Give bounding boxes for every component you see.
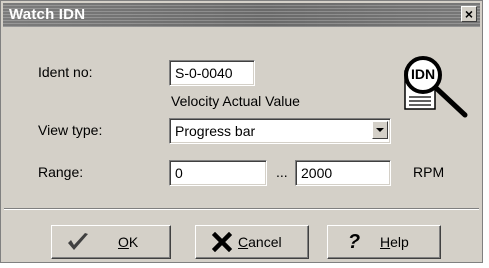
close-icon: × bbox=[464, 6, 474, 22]
ok-label: OK bbox=[118, 234, 139, 250]
cancel-button[interactable]: Cancel bbox=[195, 225, 309, 259]
range-separator: ... bbox=[276, 164, 288, 180]
view-type-dropdown-button[interactable] bbox=[372, 121, 388, 139]
window-title: Watch IDN bbox=[9, 6, 86, 23]
range-unit: RPM bbox=[413, 164, 445, 180]
ident-description: Velocity Actual Value bbox=[171, 93, 300, 109]
checkmark-icon bbox=[66, 231, 90, 253]
view-type-label: View type: bbox=[38, 122, 103, 138]
ident-input[interactable]: S-0-0040 bbox=[169, 60, 255, 86]
title-bar[interactable]: Watch IDN × bbox=[3, 3, 480, 27]
cross-icon bbox=[210, 231, 234, 253]
question-icon: ? bbox=[347, 230, 361, 253]
range-max-input[interactable]: 2000 bbox=[295, 160, 391, 186]
cancel-label: Cancel bbox=[238, 234, 282, 250]
range-label: Range: bbox=[38, 164, 84, 180]
help-button[interactable]: ? Help bbox=[327, 225, 441, 259]
range-min-input[interactable]: 0 bbox=[169, 160, 267, 186]
magnifier-document-icon: IDN bbox=[401, 53, 473, 123]
range-min-value: 0 bbox=[175, 165, 183, 181]
chevron-down-icon bbox=[376, 127, 384, 132]
help-label: Help bbox=[380, 234, 409, 250]
close-button[interactable]: × bbox=[461, 6, 477, 22]
ok-button[interactable]: OK bbox=[51, 225, 171, 259]
view-type-select[interactable]: Progress bar bbox=[169, 118, 391, 144]
view-type-value: Progress bar bbox=[175, 123, 256, 139]
divider bbox=[4, 208, 479, 210]
ident-value: S-0-0040 bbox=[175, 65, 233, 81]
ident-label: Ident no: bbox=[38, 64, 93, 80]
watch-idn-dialog: Watch IDN × Ident no: S-0-0040 Velocity … bbox=[0, 0, 483, 263]
logo-text: IDN bbox=[410, 66, 436, 82]
range-max-value: 2000 bbox=[301, 165, 333, 181]
